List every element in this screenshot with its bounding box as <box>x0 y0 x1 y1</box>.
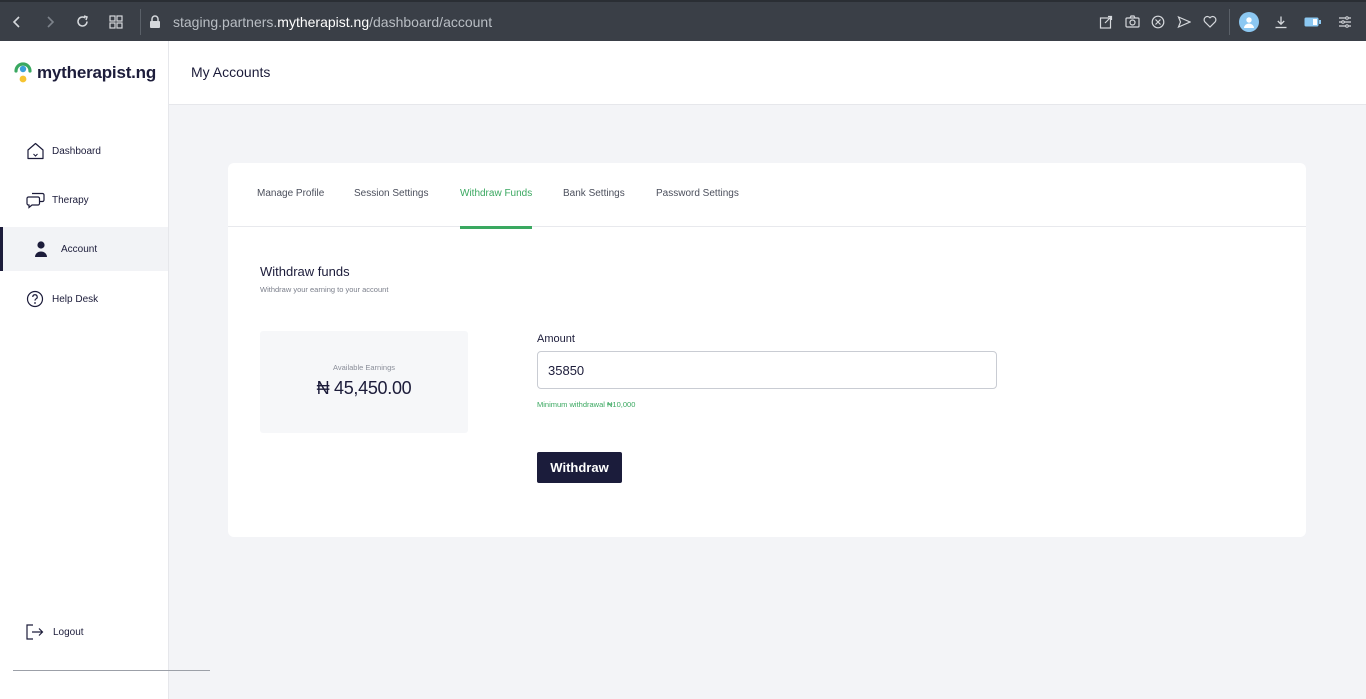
user-icon <box>31 239 51 259</box>
page-header: My Accounts <box>169 41 1366 105</box>
sidebar-item-label: Dashboard <box>52 145 101 157</box>
sidebar-item-therapy[interactable]: Therapy <box>0 178 168 222</box>
amount-input[interactable] <box>537 351 997 389</box>
forward-icon[interactable] <box>33 2 66 41</box>
home-icon <box>25 141 45 161</box>
logout-icon <box>25 623 44 641</box>
tab-bank-settings[interactable]: Bank Settings <box>563 188 625 227</box>
menu-icon[interactable] <box>1332 2 1358 41</box>
earnings-label: Available Earnings <box>333 363 395 372</box>
profile-icon[interactable] <box>1236 2 1262 41</box>
toolbar-divider <box>1229 8 1230 35</box>
logo-text: mytherapist.ng <box>37 63 157 82</box>
share-icon[interactable] <box>1093 2 1119 41</box>
section-subtitle: Withdraw your earning to your account <box>260 285 389 294</box>
camera-icon[interactable] <box>1119 2 1145 41</box>
sidebar-item-help-desk[interactable]: Help Desk <box>0 277 168 321</box>
sidebar-item-label: Help Desk <box>52 293 99 305</box>
account-card: Manage Profile Session Settings Withdraw… <box>228 163 1306 537</box>
sidebar-item-dashboard[interactable]: Dashboard <box>0 129 168 173</box>
earnings-value: ₦ 45,450.00 <box>316 378 412 398</box>
tab-session-settings[interactable]: Session Settings <box>354 188 429 227</box>
tab-password-settings[interactable]: Password Settings <box>656 188 739 227</box>
reload-icon[interactable] <box>66 2 99 41</box>
back-icon[interactable] <box>0 2 33 41</box>
tabs-grid-icon[interactable] <box>99 2 132 41</box>
sidebar-item-account[interactable]: Account <box>0 227 168 271</box>
withdraw-button[interactable]: Withdraw <box>537 452 622 483</box>
logout-label: Logout <box>53 626 84 638</box>
tab-manage-profile[interactable]: Manage Profile <box>257 188 324 227</box>
toolbar-divider <box>140 8 141 35</box>
account-tabs: Manage Profile Session Settings Withdraw… <box>228 163 1306 229</box>
browser-toolbar: staging.partners.mytherapist.ng/dashboar… <box>0 0 1366 41</box>
battery-icon[interactable] <box>1300 2 1326 41</box>
available-earnings-box: Available Earnings ₦ 45,450.00 <box>260 331 468 433</box>
sidebar-divider <box>13 670 210 671</box>
tab-withdraw-funds[interactable]: Withdraw Funds <box>460 188 533 229</box>
sidebar: mytherapist.ng Dashboard Therapy Account… <box>0 41 210 699</box>
adblock-icon[interactable] <box>1145 2 1171 41</box>
logo-mark-icon <box>13 61 33 85</box>
amount-label: Amount <box>537 333 575 345</box>
logo[interactable]: mytherapist.ng <box>13 61 156 85</box>
url-text: staging.partners.mytherapist.ng/dashboar… <box>173 13 493 30</box>
download-icon[interactable] <box>1268 2 1294 41</box>
page-title: My Accounts <box>191 64 271 80</box>
logout-button[interactable]: Logout <box>25 623 84 641</box>
address-bar[interactable]: staging.partners.mytherapist.ng/dashboar… <box>149 2 1093 41</box>
sidebar-item-label: Account <box>61 243 98 255</box>
send-icon[interactable] <box>1171 2 1197 41</box>
lock-icon <box>149 14 161 29</box>
heart-icon[interactable] <box>1197 2 1223 41</box>
help-icon <box>25 289 45 309</box>
chat-icon <box>25 190 45 210</box>
sidebar-item-label: Therapy <box>52 194 89 206</box>
section-title: Withdraw funds <box>260 264 350 279</box>
minimum-withdrawal-note: Minimum withdrawal ₦10,000 <box>537 400 636 409</box>
